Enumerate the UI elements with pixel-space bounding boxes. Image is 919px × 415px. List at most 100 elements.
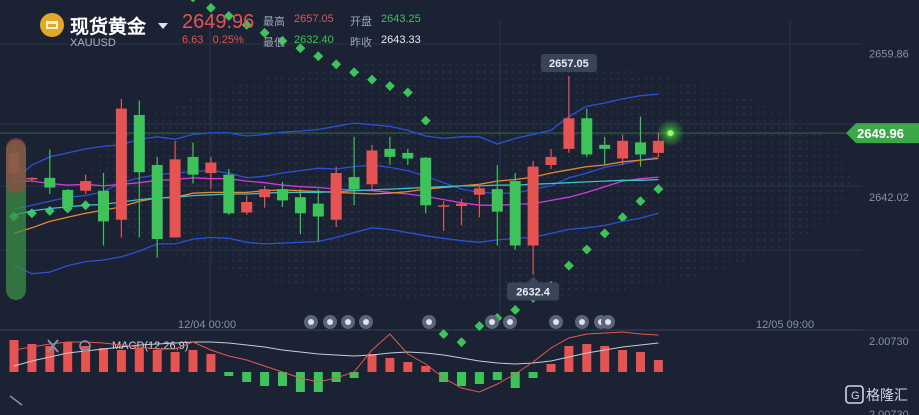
event-marker-dot xyxy=(308,319,314,325)
candle-body xyxy=(169,159,181,238)
macd-bar xyxy=(457,372,466,386)
macd-bar xyxy=(170,352,180,372)
change-value: 6.63 xyxy=(182,34,204,46)
macd-bar xyxy=(653,360,663,372)
event-marker-dot xyxy=(605,319,611,325)
event-marker-dot xyxy=(579,319,585,325)
candle-body xyxy=(44,177,56,188)
candle-body xyxy=(402,152,414,159)
macd-bar xyxy=(492,372,502,380)
low-value: 2632.40 xyxy=(294,34,334,46)
candle-body xyxy=(62,189,74,207)
low-label: 最低 xyxy=(263,37,285,49)
macd-bar xyxy=(278,372,287,386)
candle-body xyxy=(241,202,253,213)
gold-candlestick-chart[interactable]: MACD(12,26,9) 2.007302.00730 2659.862642.… xyxy=(0,0,919,415)
candle-body xyxy=(133,115,145,173)
chevron-down-icon[interactable] xyxy=(158,23,168,29)
candle-body xyxy=(98,190,109,222)
price-change: 6.63 0.25% xyxy=(182,34,244,46)
candle-body xyxy=(384,148,396,157)
candle-body xyxy=(491,189,503,212)
world-map-decoration xyxy=(90,60,850,300)
macd-bar xyxy=(403,362,413,372)
volume-slider-top[interactable] xyxy=(6,138,26,193)
candle-body xyxy=(205,162,217,174)
macd-tick-label: 2.00730 xyxy=(869,409,909,415)
candle-body xyxy=(151,164,163,240)
candle-body xyxy=(115,108,127,220)
macd-bar xyxy=(367,354,377,372)
candle-body xyxy=(473,188,485,195)
candle-body xyxy=(277,189,288,201)
gold-coin-icon xyxy=(40,13,64,37)
price-tick-label: 2659.86 xyxy=(869,48,909,60)
candle-body xyxy=(581,118,593,155)
time-tick-label: 12/04 00:00 xyxy=(178,319,236,331)
open-value: 2643.25 xyxy=(381,13,421,25)
candle-body xyxy=(223,174,235,214)
macd-bar xyxy=(134,348,144,372)
candle-body xyxy=(456,203,467,207)
macd-bar xyxy=(27,344,37,372)
candle-body xyxy=(617,140,629,159)
candle-body xyxy=(366,150,378,185)
macd-bar xyxy=(152,350,162,372)
macd-bar xyxy=(116,350,126,372)
candle-body xyxy=(438,205,450,207)
candle-body xyxy=(420,157,432,206)
high-annotation-label: 2657.05 xyxy=(549,58,589,70)
last-price-tag-label: 2649.96 xyxy=(857,126,904,141)
candle-body xyxy=(187,156,199,175)
change-percent: 0.25% xyxy=(212,34,244,46)
candle-body xyxy=(545,156,557,165)
macd-bar xyxy=(564,346,574,372)
candle-body xyxy=(294,197,306,214)
macd-bar xyxy=(474,372,484,384)
latest-price-dot xyxy=(667,130,674,137)
event-marker-dot xyxy=(363,319,369,325)
instrument-name[interactable]: 现货黄金 xyxy=(70,12,146,39)
macd-bar xyxy=(636,352,645,372)
candle-body xyxy=(527,166,539,246)
candle-body xyxy=(312,203,324,217)
time-tick-label: 12/05 09:00 xyxy=(756,319,814,331)
event-marker-dot xyxy=(489,319,495,325)
macd-bar xyxy=(224,372,234,376)
high-value: 2657.05 xyxy=(294,13,334,25)
candle-body xyxy=(259,189,271,198)
open-label: 开盘 xyxy=(350,16,372,28)
price-axis-bg xyxy=(862,20,919,332)
candle-body xyxy=(330,173,342,220)
event-marker-dot xyxy=(426,319,432,325)
instrument-symbol: XAUUSD xyxy=(70,37,116,49)
candle-body xyxy=(509,181,521,246)
macd-bar xyxy=(618,350,628,372)
macd-bar xyxy=(99,348,108,372)
prev-close-label: 昨收 xyxy=(350,37,372,49)
event-marker-dot xyxy=(327,319,333,325)
macd-bar xyxy=(242,372,252,382)
macd-bar xyxy=(528,372,538,378)
low-annotation-label: 2632.4 xyxy=(516,287,551,299)
macd-bar xyxy=(9,340,19,372)
macd-tick-label: 2.00730 xyxy=(869,336,909,348)
candle-body xyxy=(635,142,646,155)
macd-bar xyxy=(260,372,270,386)
macd-bar xyxy=(439,372,449,382)
candle-body xyxy=(348,177,360,190)
event-marker-dot xyxy=(553,319,559,325)
price-tick-label: 2642.02 xyxy=(869,192,909,204)
candle-body xyxy=(26,177,38,180)
macd-bar xyxy=(385,358,395,372)
svg-text:G: G xyxy=(851,390,860,402)
watermark-text: 格隆汇 xyxy=(866,387,908,403)
last-price: 2649.96 xyxy=(182,11,255,33)
macd-bar xyxy=(582,344,592,372)
high-label: 最高 xyxy=(263,16,285,28)
macd-bar xyxy=(295,372,305,392)
event-marker-dot xyxy=(507,319,513,325)
candle-body xyxy=(563,118,575,149)
macd-bar xyxy=(63,342,73,372)
candle-body xyxy=(80,181,92,191)
